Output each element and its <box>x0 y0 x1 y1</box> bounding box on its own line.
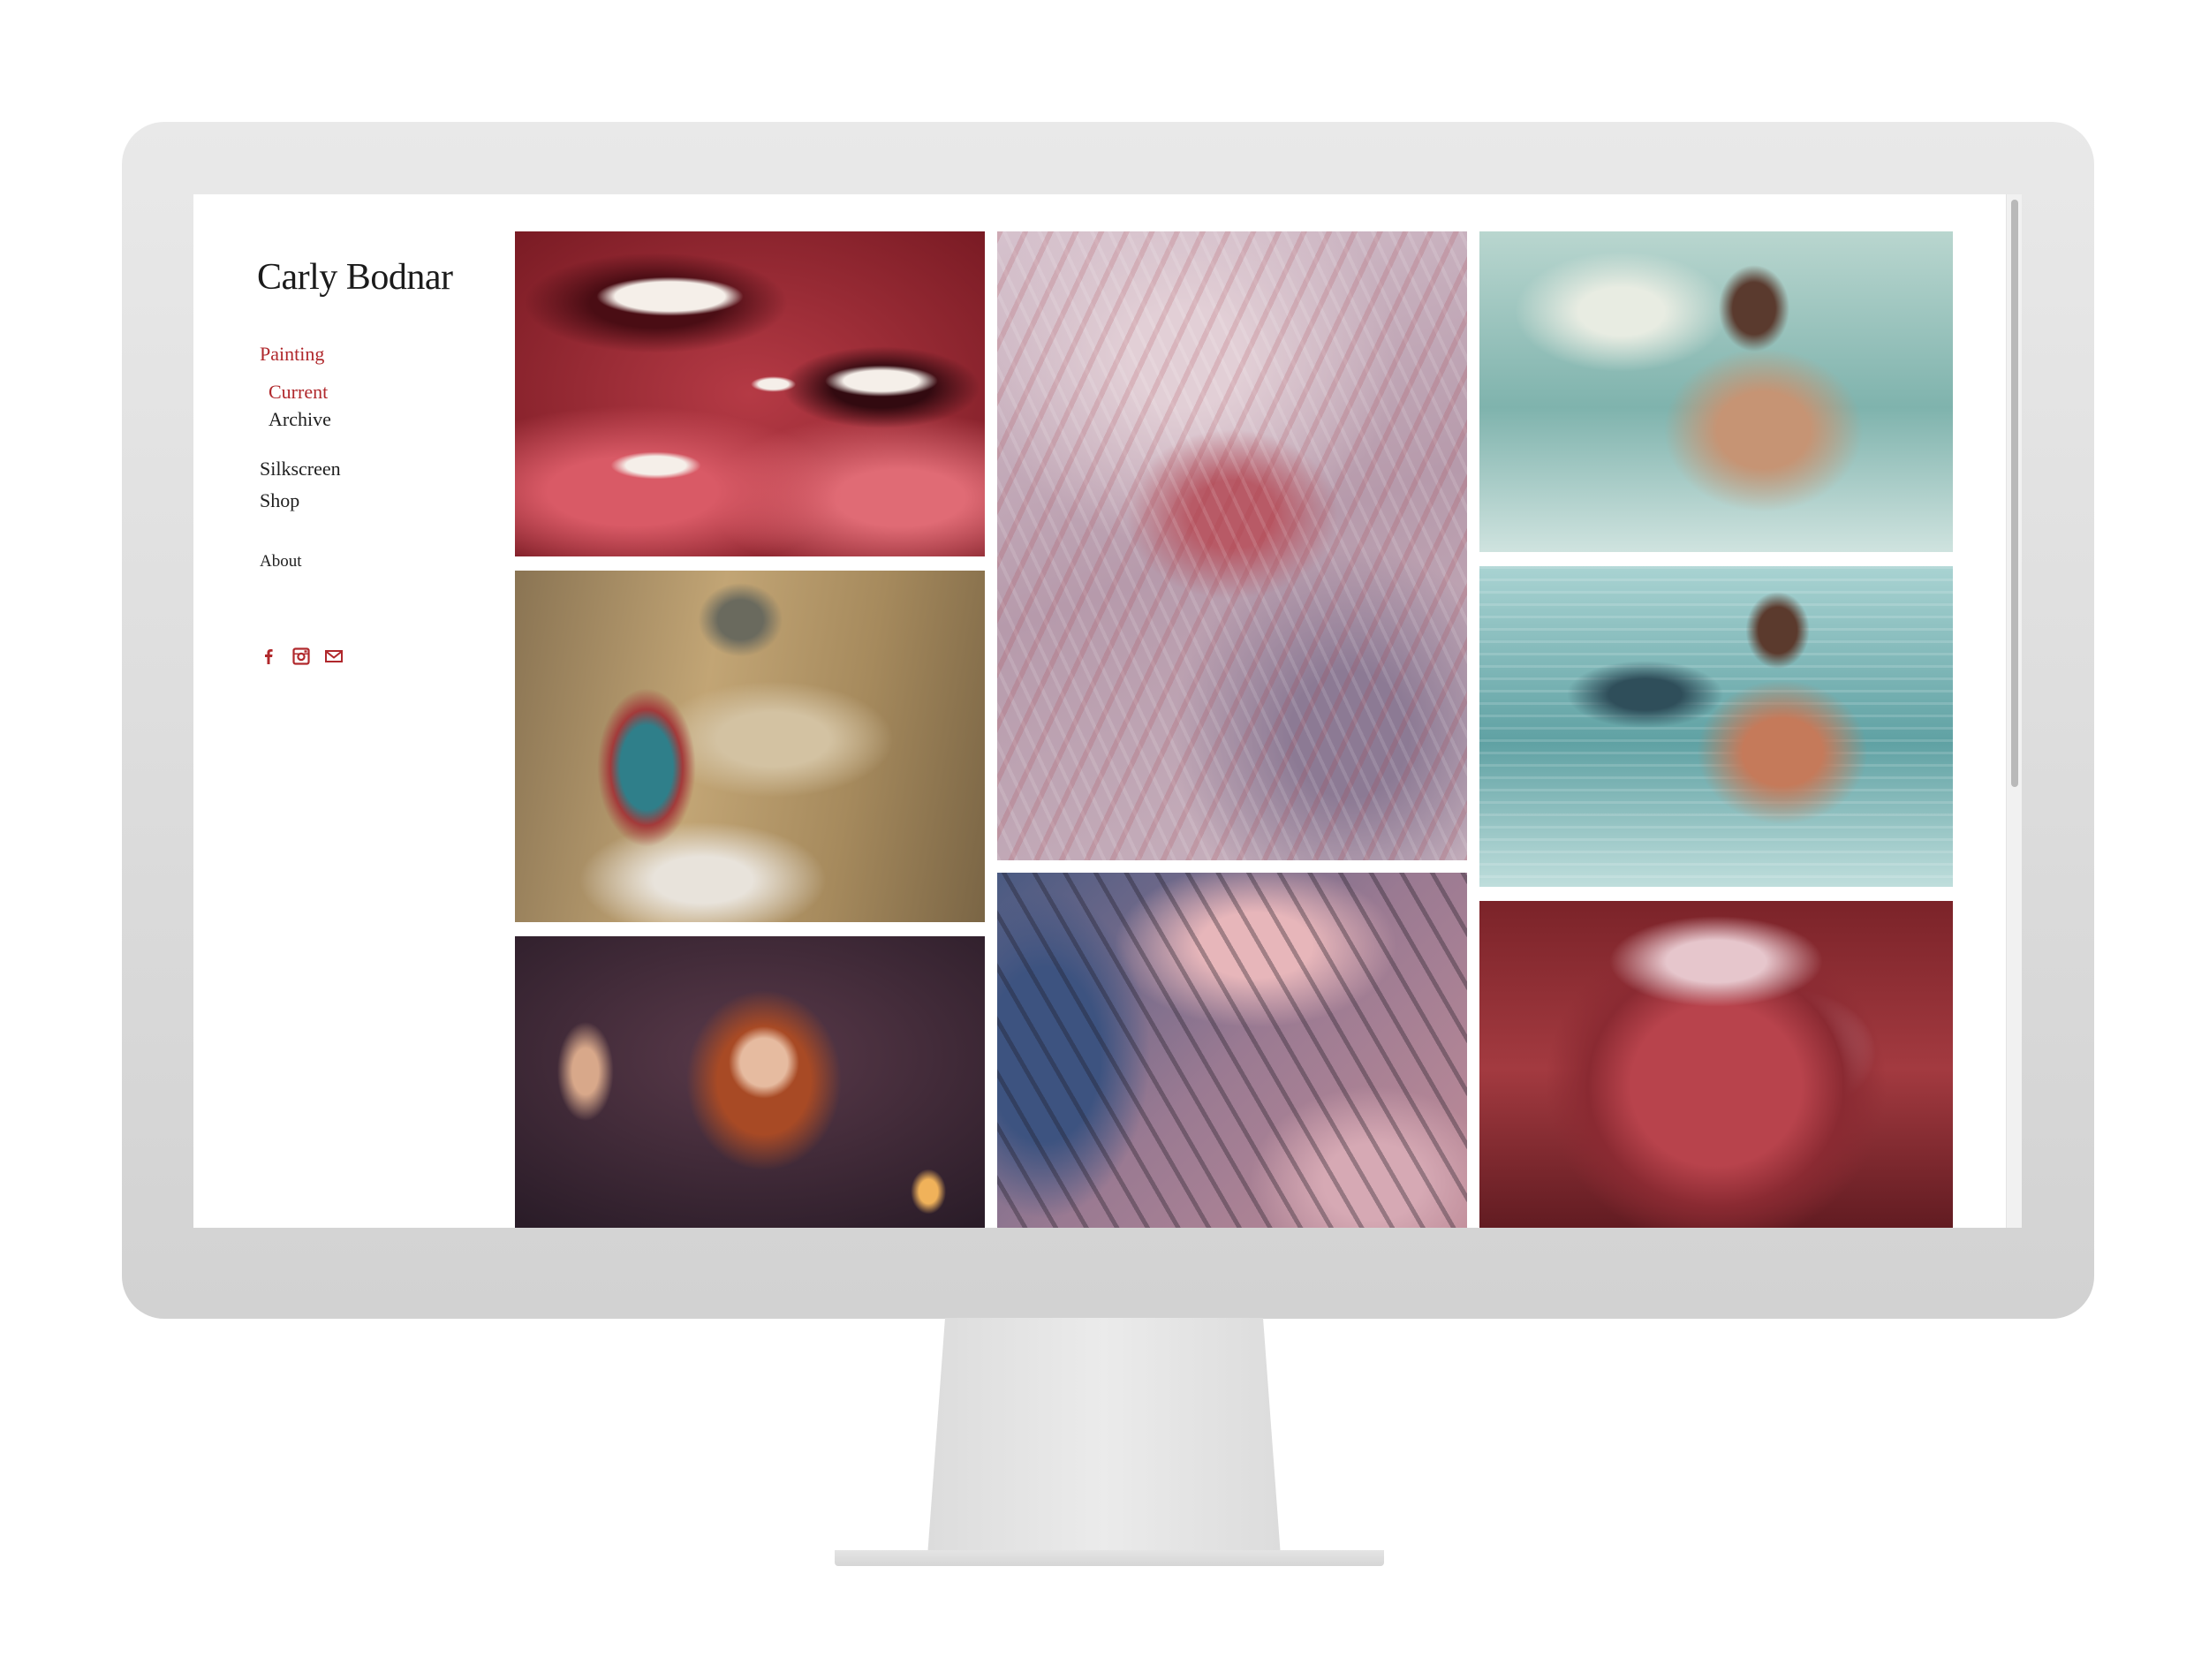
painting-image <box>515 231 985 556</box>
browser-viewport: Carly Bodnar Painting Current Archive Si… <box>193 194 2022 1228</box>
nav-painting[interactable]: Painting <box>260 344 324 364</box>
monitor-stand <box>927 1318 1281 1556</box>
painting-image <box>1479 901 1953 1228</box>
painting-image <box>1479 231 1953 552</box>
painting-gallery <box>515 231 1955 1228</box>
gallery-tile-wrinkled-skin-closeup[interactable] <box>997 231 1467 860</box>
gallery-tile-skin-folds-closeup[interactable] <box>997 873 1467 1228</box>
nav-painting-archive[interactable]: Archive <box>269 410 331 429</box>
gallery-tile-lips-and-teeth[interactable] <box>515 231 985 556</box>
nav-silkscreen[interactable]: Silkscreen <box>260 459 341 479</box>
gallery-tile-reclining-tattooed-figure[interactable] <box>515 571 985 922</box>
gallery-tile-woman-in-bathtub[interactable] <box>1479 231 1953 552</box>
gallery-tile-woman-holding-rat[interactable] <box>515 936 985 1228</box>
nav-shop[interactable]: Shop <box>260 491 299 511</box>
nav-painting-current[interactable]: Current <box>269 382 328 402</box>
gallery-tile-red-lumpy-sphere[interactable] <box>1479 901 1953 1228</box>
scrollbar[interactable] <box>2006 194 2022 1228</box>
mail-icon[interactable] <box>324 647 344 666</box>
nav-about[interactable]: About <box>260 553 302 570</box>
painting-image <box>1479 566 1953 887</box>
monitor-stand-base <box>835 1550 1384 1566</box>
scrollbar-thumb[interactable] <box>2011 200 2018 787</box>
facebook-icon[interactable] <box>259 647 278 666</box>
painting-image <box>997 231 1467 860</box>
gallery-tile-man-in-bathtub-glasses[interactable] <box>1479 566 1953 887</box>
painting-image <box>515 571 985 922</box>
painting-image <box>997 873 1467 1228</box>
painting-image <box>515 936 985 1228</box>
instagram-icon[interactable] <box>291 647 311 666</box>
site-title[interactable]: Carly Bodnar <box>257 256 453 299</box>
